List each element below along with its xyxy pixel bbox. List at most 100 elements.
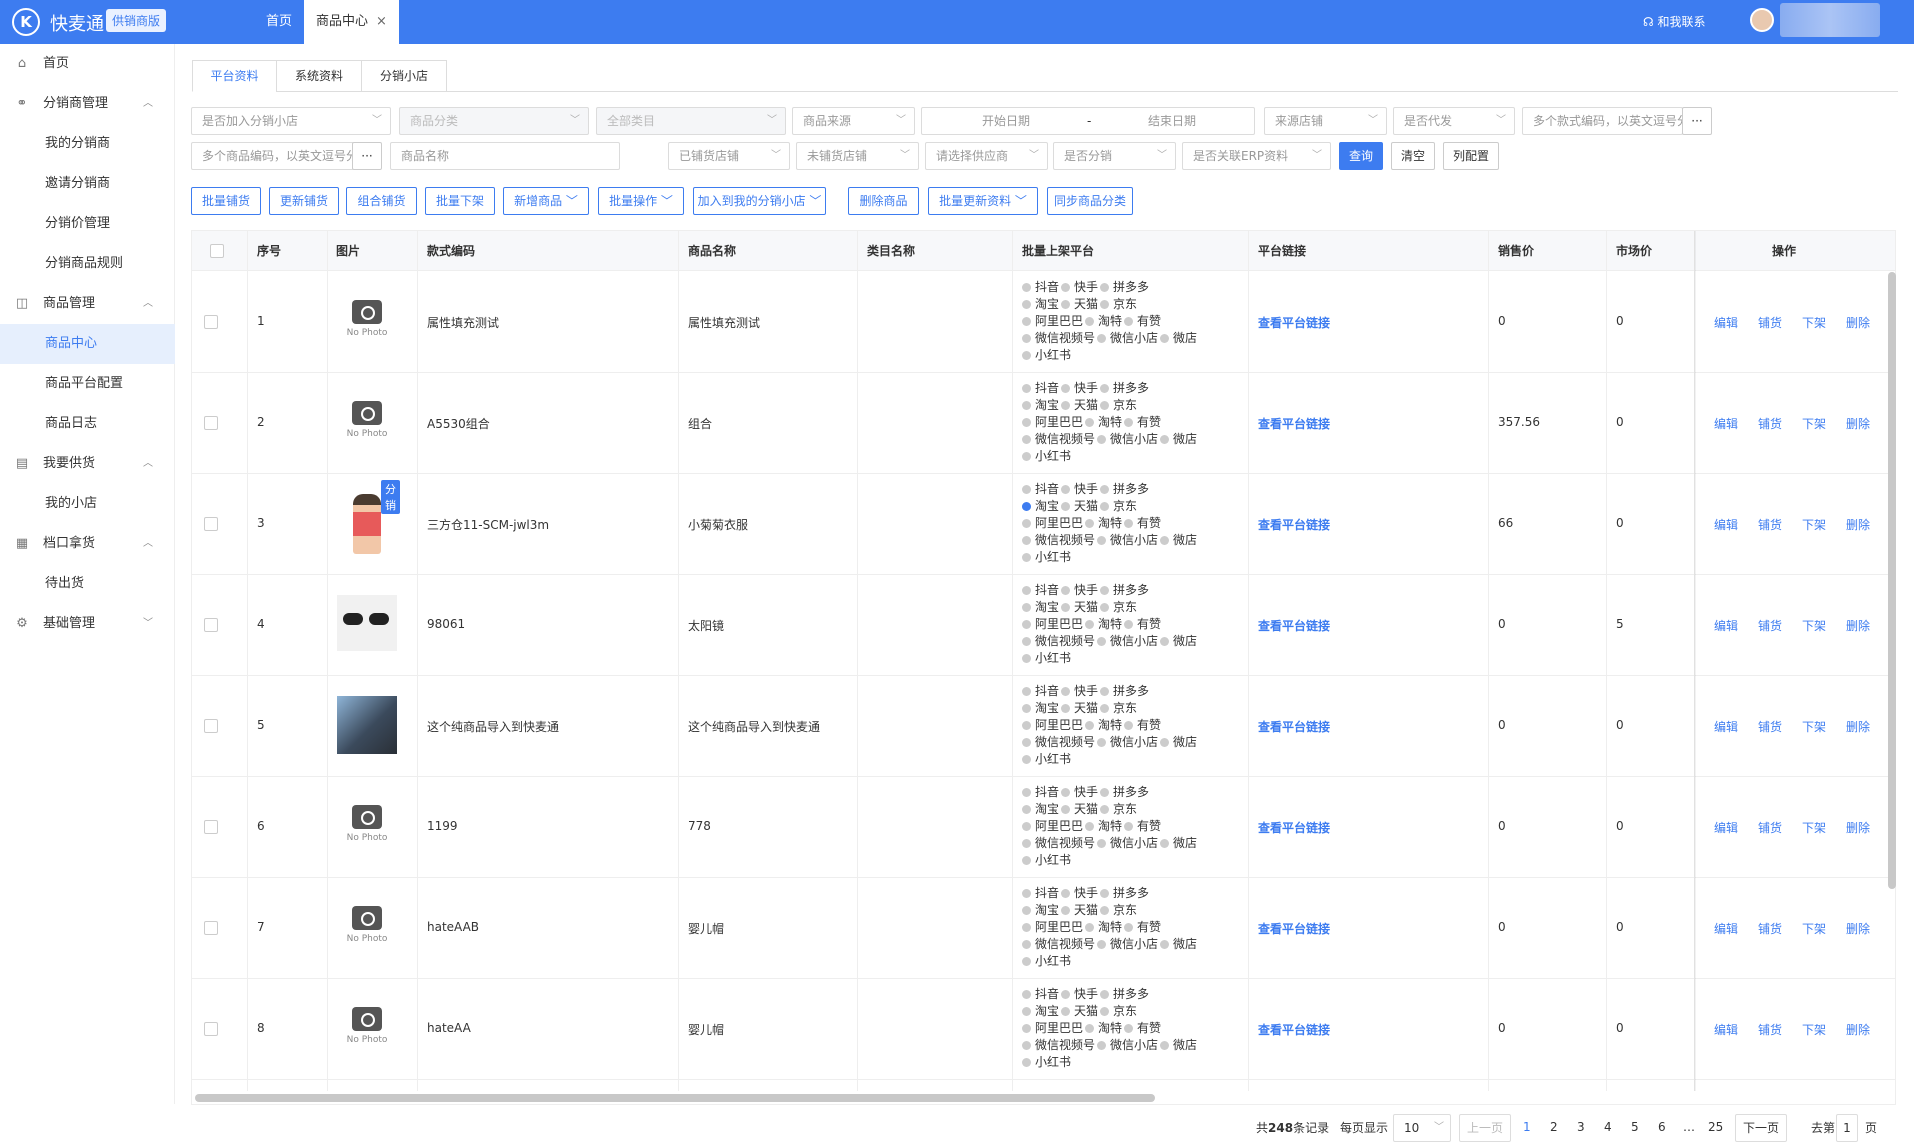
platform-option[interactable]: 拼多多 [1100,784,1149,801]
platform-option[interactable]: 小红书 [1022,650,1071,667]
platform-option[interactable]: 抖音 [1022,481,1059,498]
delist-button[interactable]: 下架 [1802,617,1826,634]
platform-option[interactable]: 微信视频号 [1022,330,1095,347]
update-list-button[interactable]: 更新铺货 [269,187,339,215]
platform-option[interactable]: 微信视频号 [1022,936,1095,953]
edit-button[interactable]: 编辑 [1714,314,1738,331]
sidebar-item-my-shop[interactable]: 我的小店 [0,484,175,524]
goods-image[interactable] [337,595,397,655]
platform-option[interactable]: 微信视频号 [1022,532,1095,549]
platform-option[interactable]: 阿里巴巴 [1022,313,1083,330]
delist-button[interactable]: 下架 [1802,415,1826,432]
filter-goods-name[interactable]: 商品名称 [390,142,620,170]
row-checkbox[interactable] [204,1022,218,1036]
delete-goods-button[interactable]: 删除商品 [848,187,919,215]
column-config-button[interactable]: 列配置 [1443,142,1499,170]
edit-button[interactable]: 编辑 [1714,920,1738,937]
platform-option[interactable]: 有赞 [1124,616,1161,633]
list-button[interactable]: 铺货 [1758,718,1782,735]
platform-option[interactable]: 京东 [1100,902,1137,919]
platform-option[interactable]: 抖音 [1022,279,1059,296]
platform-option[interactable]: 拼多多 [1100,885,1149,902]
platform-option[interactable]: 小红书 [1022,751,1071,768]
platform-option[interactable]: 阿里巴巴 [1022,919,1083,936]
vertical-scrollbar[interactable] [1888,272,1896,889]
platform-option[interactable]: 快手 [1061,683,1098,700]
platform-option[interactable]: 微店 [1160,431,1197,448]
list-button[interactable]: 铺货 [1758,819,1782,836]
platform-option[interactable]: 微店 [1160,1037,1197,1054]
row-checkbox[interactable] [204,921,218,935]
batch-delist-button[interactable]: 批量下架 [425,187,495,215]
platform-option[interactable]: 有赞 [1124,414,1161,431]
platform-option[interactable]: 抖音 [1022,380,1059,397]
delete-button[interactable]: 删除 [1846,819,1870,836]
view-platform-link[interactable]: 查看平台链接 [1258,516,1330,533]
delete-button[interactable]: 删除 [1846,1021,1870,1038]
sidebar-group-distributor[interactable]: ⚭ 分销商管理 ︿ [0,84,175,124]
delete-button[interactable]: 删除 [1846,415,1870,432]
platform-option[interactable]: 小红书 [1022,448,1071,465]
sidebar-group-stall[interactable]: ▦ 档口拿货 ︿ [0,524,175,564]
platform-option[interactable]: 快手 [1061,986,1098,1003]
goods-image[interactable]: 分销 [337,480,400,554]
sidebar-item-my-distributors[interactable]: 我的分销商 [0,124,175,164]
platform-option[interactable]: 有赞 [1124,313,1161,330]
platform-option[interactable]: 拼多多 [1100,582,1149,599]
platform-option[interactable]: 有赞 [1124,919,1161,936]
platform-option[interactable]: 快手 [1061,279,1098,296]
platform-option[interactable]: 微信小店 [1097,532,1158,549]
platform-option[interactable]: 淘特 [1085,818,1122,835]
row-checkbox[interactable] [204,820,218,834]
view-platform-link[interactable]: 查看平台链接 [1258,314,1330,331]
edit-button[interactable]: 编辑 [1714,516,1738,533]
edit-button[interactable]: 编辑 [1714,415,1738,432]
goods-image[interactable]: No Photo [337,898,397,958]
user-name-blurred[interactable] [1780,3,1880,37]
platform-option[interactable]: 淘特 [1085,414,1122,431]
filter-unlisted-shops[interactable]: 未铺货店铺 ﹀ [796,142,919,170]
list-button[interactable]: 铺货 [1758,617,1782,634]
platform-option[interactable]: 有赞 [1124,818,1161,835]
goods-image[interactable]: No Photo [337,999,397,1059]
row-checkbox[interactable] [204,315,218,329]
platform-option[interactable]: 天猫 [1061,700,1098,717]
platform-option[interactable]: 微店 [1160,936,1197,953]
platform-option[interactable]: 阿里巴巴 [1022,616,1083,633]
platform-option[interactable]: 淘宝 [1022,1003,1059,1020]
delete-button[interactable]: 删除 [1846,314,1870,331]
list-button[interactable]: 铺货 [1758,1021,1782,1038]
filter-join-shop[interactable]: 是否加入分销小店 ﹀ [191,107,391,135]
sidebar-group-goods[interactable]: ◫ 商品管理 ︿ [0,284,175,324]
platform-option[interactable]: 天猫 [1061,599,1098,616]
platform-option[interactable]: 有赞 [1124,1020,1161,1037]
platform-option[interactable]: 抖音 [1022,986,1059,1003]
tab-system-info[interactable]: 系统资料 [276,60,362,92]
platform-option[interactable]: 阿里巴巴 [1022,515,1083,532]
sidebar-group-basic[interactable]: ⚙ 基础管理 ﹀ [0,604,175,644]
contact-link[interactable]: ☊ 和我联系 [1643,13,1706,30]
platform-option[interactable]: 拼多多 [1100,279,1149,296]
platform-option[interactable]: 淘宝 [1022,296,1059,313]
edit-button[interactable]: 编辑 [1714,617,1738,634]
platform-option[interactable]: 抖音 [1022,582,1059,599]
platform-option[interactable]: 天猫 [1061,902,1098,919]
row-checkbox[interactable] [204,719,218,733]
platform-option[interactable]: 微信小店 [1097,330,1158,347]
platform-option[interactable]: 小红书 [1022,852,1071,869]
platform-option[interactable]: 拼多多 [1100,481,1149,498]
platform-option[interactable]: 天猫 [1061,498,1098,515]
platform-option[interactable]: 抖音 [1022,683,1059,700]
platform-option[interactable]: 淘特 [1085,313,1122,330]
platform-option[interactable]: 拼多多 [1100,986,1149,1003]
platform-option[interactable]: 天猫 [1061,1003,1098,1020]
add-to-shop-button[interactable]: 加入到我的分销小店 ﹀ [693,187,826,215]
platform-option[interactable]: 微信小店 [1097,936,1158,953]
view-platform-link[interactable]: 查看平台链接 [1258,920,1330,937]
platform-option[interactable]: 拼多多 [1100,683,1149,700]
row-checkbox[interactable] [204,416,218,430]
platform-option[interactable]: 快手 [1061,380,1098,397]
platform-option[interactable]: 小红书 [1022,549,1071,566]
filter-goods-codes[interactable]: 多个商品编码，以英文逗号分割 [191,142,354,170]
filter-date-range[interactable]: 开始日期 - 结束日期 [921,107,1255,135]
